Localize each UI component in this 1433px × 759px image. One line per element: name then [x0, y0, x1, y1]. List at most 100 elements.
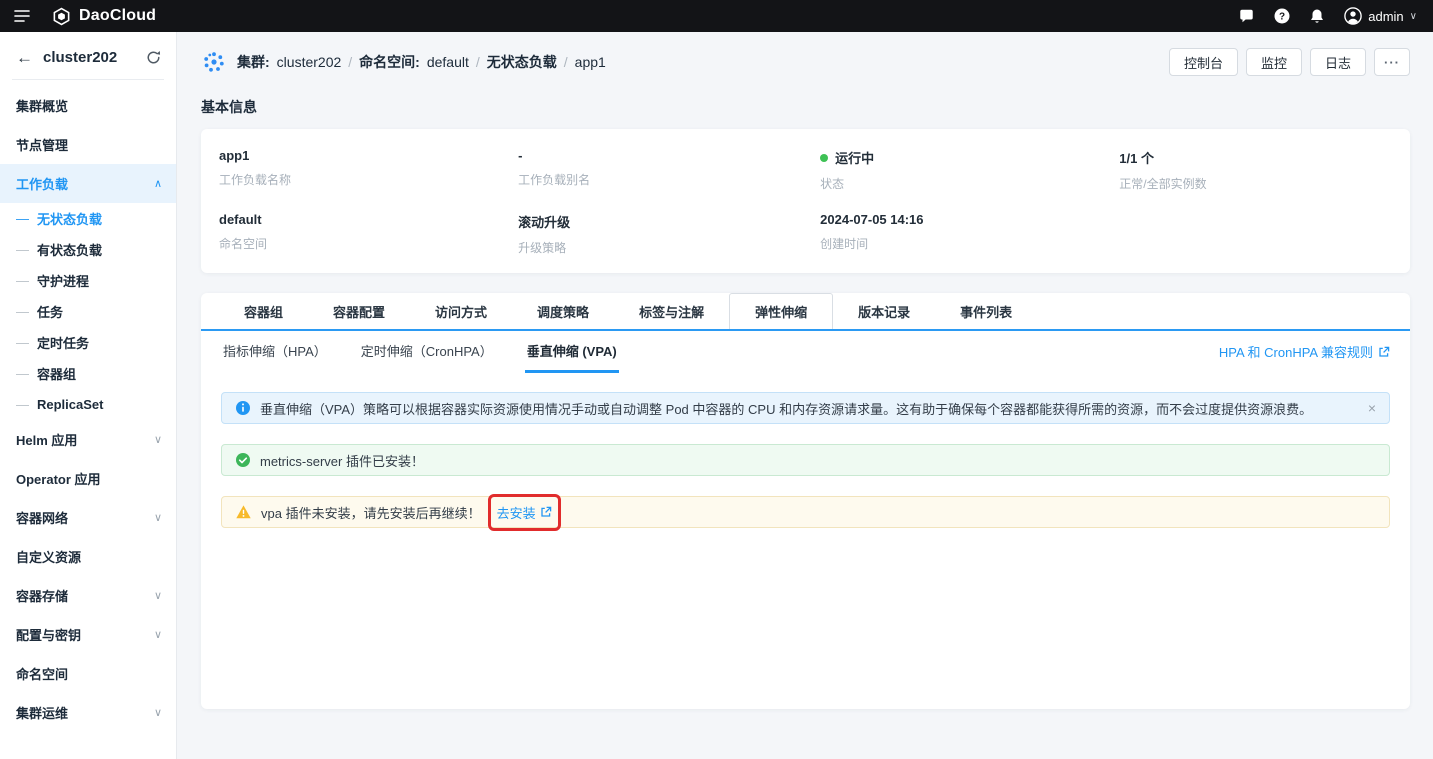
back-icon[interactable]: ← [16, 49, 33, 66]
sidebar-item-namespaces[interactable]: 命名空间 [0, 654, 176, 693]
breadcrumb-workload-type[interactable]: 无状态负载 [487, 52, 557, 72]
breadcrumb-cluster-value[interactable]: cluster202 [277, 54, 342, 70]
user-menu[interactable]: admin ∨ [1344, 7, 1417, 25]
field-status: 运行中 状态 [820, 148, 1119, 192]
daocloud-logo-icon [52, 7, 71, 26]
sidebar-item-container-storage[interactable]: 容器存储 ∨ [0, 576, 176, 615]
brand-logo[interactable]: DaoCloud [52, 7, 156, 26]
sidebar-item-helm-apps[interactable]: Helm 应用 ∨ [0, 420, 176, 459]
sidebar-item-label: 有状态负载 [37, 240, 102, 259]
console-button[interactable]: 控制台 [1169, 48, 1238, 76]
sidebar-nav: 集群概览 节点管理 工作负载 ∧ — 无状态负载 — 有状态负载 — 守护进程 [0, 86, 176, 732]
sidebar-item-label: 容器存储 [16, 586, 68, 605]
tab-version-history[interactable]: 版本记录 [833, 293, 935, 329]
metrics-server-text: metrics-server 插件已安装！ [260, 451, 424, 470]
tab-container-config[interactable]: 容器配置 [308, 293, 410, 329]
field-value: default [219, 212, 518, 227]
breadcrumb-cluster-label: 集群: [237, 52, 270, 72]
subtab-hpa[interactable]: 指标伸缩（HPA） [221, 330, 329, 373]
logs-button[interactable]: 日志 [1310, 48, 1366, 76]
svg-text:?: ? [1279, 11, 1285, 22]
page-header: 集群: cluster202 / 命名空间: default / 无状态负载 /… [201, 32, 1410, 92]
subtab-cronhpa[interactable]: 定时伸缩（CronHPA） [359, 330, 495, 373]
vpa-info-banner: 垂直伸缩（VPA）策略可以根据容器实际资源使用情况手动或自动调整 Pod 中容器… [221, 392, 1390, 424]
status-value: 运行中 [820, 148, 1119, 167]
field-created-time: 2024-07-05 14:16 创建时间 [820, 212, 1119, 256]
tab-pods[interactable]: 容器组 [219, 293, 308, 329]
breadcrumb-namespace-value[interactable]: default [427, 54, 469, 70]
sidebar-item-label: 工作负载 [16, 174, 68, 193]
monitor-button[interactable]: 监控 [1246, 48, 1302, 76]
sidebar-item-custom-resources[interactable]: 自定义资源 [0, 537, 176, 576]
sidebar-item-operator-apps[interactable]: Operator 应用 [0, 459, 176, 498]
avatar-icon [1344, 7, 1362, 25]
sidebar-item-label: 容器组 [37, 364, 76, 383]
sidebar-item-cluster-overview[interactable]: 集群概览 [0, 86, 176, 125]
help-icon[interactable]: ? [1274, 8, 1290, 24]
breadcrumb-separator: / [348, 54, 352, 70]
warning-icon [235, 504, 252, 520]
message-icon[interactable] [1238, 8, 1255, 24]
dash-prefix: — [16, 211, 29, 226]
vpa-info-text: 垂直伸缩（VPA）策略可以根据容器实际资源使用情况手动或自动调整 Pod 中容器… [260, 399, 1312, 418]
go-install-link[interactable]: 去安装 [497, 503, 552, 522]
subtab-vpa[interactable]: 垂直伸缩 (VPA) [525, 330, 619, 373]
sidebar-item-label: ReplicaSet [37, 397, 103, 412]
chevron-down-icon: ∨ [154, 628, 162, 641]
more-actions-button[interactable]: ··· [1374, 48, 1410, 76]
dash-prefix: — [16, 304, 29, 319]
close-icon[interactable]: × [1368, 401, 1376, 415]
sidebar-item-replicasets[interactable]: — ReplicaSet [0, 389, 176, 420]
status-dot [820, 154, 828, 162]
sidebar-item-deployments[interactable]: — 无状态负载 [0, 203, 176, 234]
sidebar-item-node-management[interactable]: 节点管理 [0, 125, 176, 164]
sidebar-item-jobs[interactable]: — 任务 [0, 296, 176, 327]
tab-bar: 容器组 容器配置 访问方式 调度策略 标签与注解 弹性伸缩 版本记录 事件列表 [201, 293, 1410, 331]
chevron-down-icon: ∨ [154, 433, 162, 446]
sidebar-item-label: 定时任务 [37, 333, 89, 352]
sidebar-item-cluster-ops[interactable]: 集群运维 ∨ [0, 693, 176, 732]
tab-labels-annotations[interactable]: 标签与注解 [614, 293, 729, 329]
refresh-icon[interactable] [146, 50, 161, 65]
dash-prefix: — [16, 366, 29, 381]
sidebar-header: ← cluster202 [0, 32, 176, 79]
field-label: 工作负载名称 [219, 171, 518, 188]
field-workload-name: app1 工作负载名称 [219, 148, 518, 192]
field-namespace: default 命名空间 [219, 212, 518, 256]
basic-info-card: app1 工作负载名称 - 工作负载别名 运行中 状态 1/1 个 正常/全部 [201, 129, 1410, 273]
sidebar-item-container-network[interactable]: 容器网络 ∨ [0, 498, 176, 537]
sidebar-item-statefulsets[interactable]: — 有状态负载 [0, 234, 176, 265]
tab-autoscaling[interactable]: 弹性伸缩 [729, 293, 833, 329]
chevron-down-icon: ∨ [154, 511, 162, 524]
cluster-name: cluster202 [43, 49, 136, 66]
field-label: 升级策略 [518, 239, 820, 256]
field-upgrade-strategy: 滚动升级 升级策略 [518, 212, 820, 256]
bell-icon[interactable] [1309, 8, 1325, 25]
go-install-label: 去安装 [497, 503, 536, 522]
sidebar-item-pods[interactable]: — 容器组 [0, 358, 176, 389]
tab-access-method[interactable]: 访问方式 [410, 293, 512, 329]
sidebar-item-label: 配置与密钥 [16, 625, 81, 644]
dash-prefix: — [16, 335, 29, 350]
sidebar-item-label: 任务 [37, 302, 63, 321]
chevron-down-icon: ∨ [154, 706, 162, 719]
sidebar-item-config-secrets[interactable]: 配置与密钥 ∨ [0, 615, 176, 654]
sidebar-item-label: 命名空间 [16, 664, 68, 683]
sidebar-item-cronjobs[interactable]: — 定时任务 [0, 327, 176, 358]
username: admin [1368, 9, 1403, 24]
dash-prefix: — [16, 242, 29, 257]
metrics-server-banner: metrics-server 插件已安装！ [221, 444, 1390, 476]
tab-event-list[interactable]: 事件列表 [935, 293, 1037, 329]
sidebar-item-label: 集群概览 [16, 96, 68, 115]
tab-scheduling-policy[interactable]: 调度策略 [512, 293, 614, 329]
field-workload-alias: - 工作负载别名 [518, 148, 820, 192]
breadcrumb-app-name: app1 [575, 54, 606, 70]
field-label: 状态 [820, 175, 1119, 192]
sidebar-item-workloads[interactable]: 工作负载 ∧ [0, 164, 176, 203]
menu-icon[interactable] [14, 9, 30, 23]
info-icon [235, 400, 251, 416]
compat-rules-link[interactable]: HPA 和 CronHPA 兼容规则 [1219, 342, 1390, 373]
field-value: - [518, 148, 820, 163]
sidebar-item-daemonsets[interactable]: — 守护进程 [0, 265, 176, 296]
sidebar-item-label: 集群运维 [16, 703, 68, 722]
